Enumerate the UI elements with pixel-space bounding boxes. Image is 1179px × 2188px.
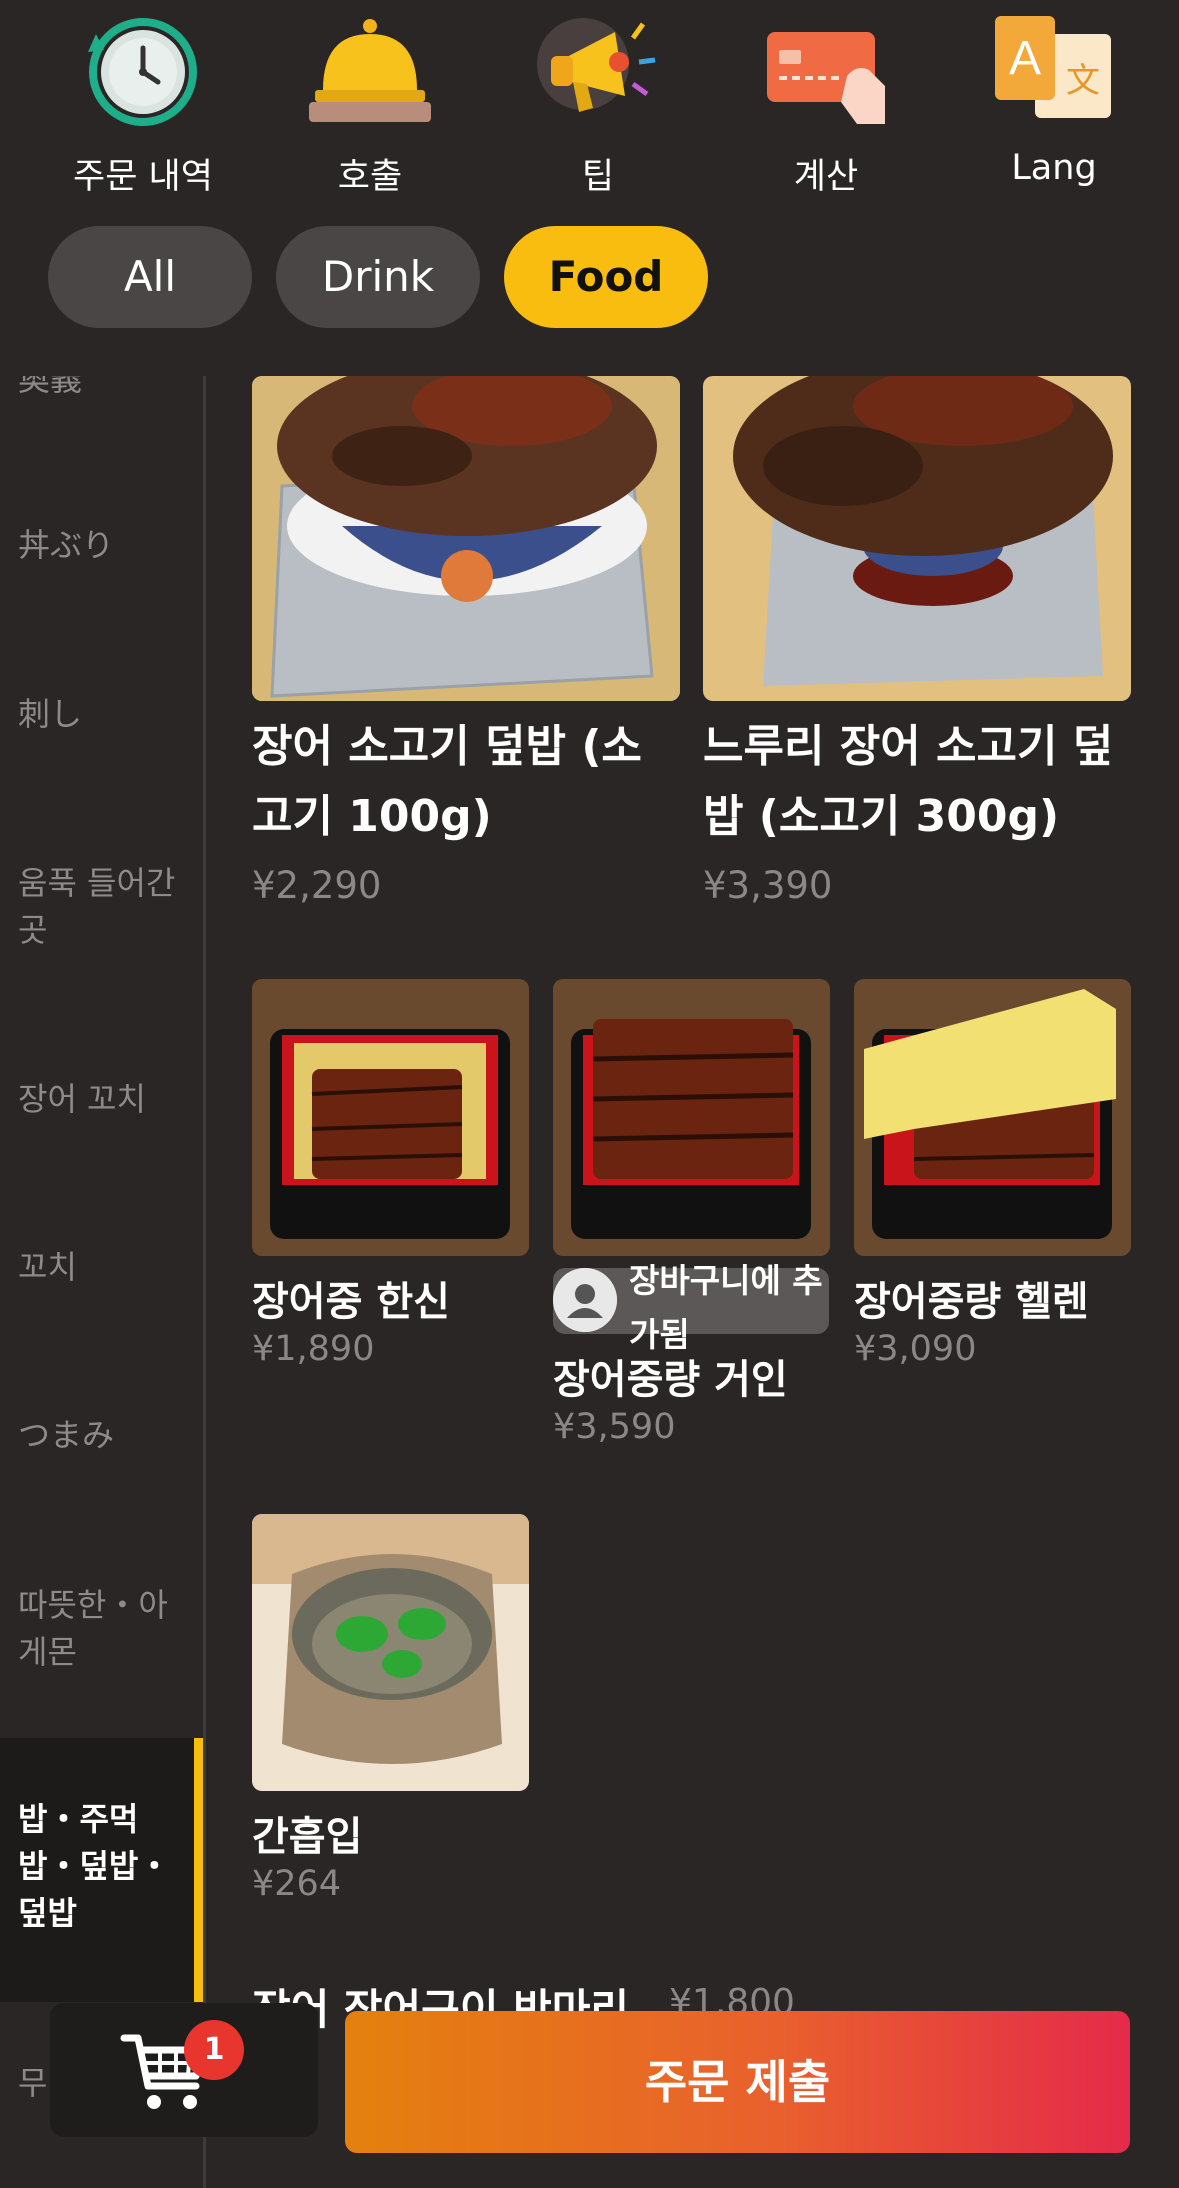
svg-text:A: A — [1009, 32, 1041, 85]
svg-text:文: 文 — [1066, 61, 1100, 101]
menu-item-price: ¥3,090 — [854, 1329, 977, 1369]
sidebar-item-warm-fried[interactable]: 따뜻한・아게몬 — [18, 1582, 188, 1676]
checkout-button[interactable]: 계산 — [731, 0, 921, 215]
filter-drink[interactable]: Drink — [276, 226, 480, 328]
tip-label: 팁 — [581, 157, 615, 197]
sidebar-item-donburi[interactable]: 丼ぶり — [18, 522, 188, 569]
menu-item-name: 느루리 장어 소고기 덮밥 (소고기 300g) — [703, 721, 1114, 842]
sidebar-item-sashi[interactable]: 刺し — [18, 691, 188, 738]
clock-icon — [88, 18, 197, 126]
menu-item-name: 간흡입 — [252, 1814, 363, 1860]
menu-item-price: ¥3,390 — [703, 864, 833, 907]
order-history-button[interactable]: 주문 내역 — [48, 0, 238, 215]
menu-item-name: 장어중량 헬렌 — [854, 1279, 1089, 1325]
megaphone-icon — [537, 18, 656, 112]
menu-item-price: ¥2,290 — [252, 864, 382, 907]
menu-item-price: ¥3,590 — [553, 1407, 676, 1447]
menu-item-name: 장어중 한신 — [252, 1279, 450, 1325]
cart-count-badge: 1 — [184, 2020, 244, 2080]
food-photo — [252, 1514, 529, 1791]
menu-card[interactable]: 장어중 한신 ¥1,890 — [252, 979, 529, 1379]
toast-text: 장바구니에 추가됨 — [629, 1261, 823, 1354]
top-action-bar: 주문 내역 호출 팁 계산 A 文 Lang — [0, 0, 1179, 215]
sidebar-item-tsumami[interactable]: つまみ — [18, 1412, 188, 1459]
menu-item-name: 장어 소고기 덮밥 (소고기 100g) — [252, 721, 642, 842]
translate-icon: A 文 — [995, 16, 1111, 118]
call-staff-button[interactable]: 호출 — [275, 0, 465, 215]
added-to-cart-toast: 장바구니에 추가됨 — [553, 1261, 829, 1354]
menu-item-price: ¥1,890 — [252, 1329, 375, 1369]
menu-card[interactable]: 장어중량 헬렌 ¥3,090 — [854, 979, 1131, 1379]
credit-card-icon — [767, 32, 885, 124]
menu-card[interactable]: 느루리 장어 소고기 덮밥 (소고기 300g) ¥3,390 — [703, 376, 1131, 916]
sidebar-item-ougi[interactable]: 奥義 — [18, 376, 188, 403]
checkout-label: 계산 — [793, 157, 859, 197]
menu-card[interactable]: 장어중량 거인 ¥3,590 — [553, 979, 830, 1447]
order-history-label: 주문 내역 — [73, 157, 213, 197]
menu-item-price: ¥264 — [252, 1864, 342, 1904]
food-photo — [703, 376, 1131, 701]
sidebar-item-skewer[interactable]: 꼬치 — [18, 1244, 188, 1291]
food-photo — [252, 979, 529, 1256]
language-label: Lang — [1011, 148, 1097, 188]
food-photo — [252, 376, 680, 701]
category-sidebar: 奥義 丼ぶり 刺し 움푹 들어간 곳 장어 꼬치 꼬치 つまみ 따뜻한・아게몬 … — [0, 376, 206, 2188]
language-button[interactable]: A 文 Lang — [959, 0, 1149, 215]
tip-button[interactable]: 팁 — [503, 0, 693, 215]
filter-all[interactable]: All — [48, 226, 252, 328]
cart-button[interactable] — [50, 2003, 318, 2137]
sidebar-item-hollow[interactable]: 움푹 들어간 곳 — [18, 860, 188, 954]
filter-food[interactable]: Food — [504, 226, 708, 328]
sidebar-item-rice[interactable]: 밥・주먹밥・덮밥・덮밥 — [18, 1796, 178, 1937]
menu-card[interactable]: 장어 소고기 덮밥 (소고기 100g) ¥2,290 — [252, 376, 680, 916]
sidebar-item-eel-skewer[interactable]: 장어 꼬치 — [18, 1076, 188, 1123]
call-staff-label: 호출 — [337, 157, 403, 197]
food-photo — [553, 979, 830, 1256]
user-avatar-icon — [553, 1268, 617, 1332]
submit-order-button[interactable]: 주문 제출 — [345, 2011, 1130, 2153]
food-photo — [854, 979, 1131, 1256]
menu-card[interactable]: 간흡입 ¥264 — [252, 1514, 529, 1914]
sidebar-active-indicator — [194, 1738, 203, 2002]
service-bell-icon — [309, 19, 431, 122]
